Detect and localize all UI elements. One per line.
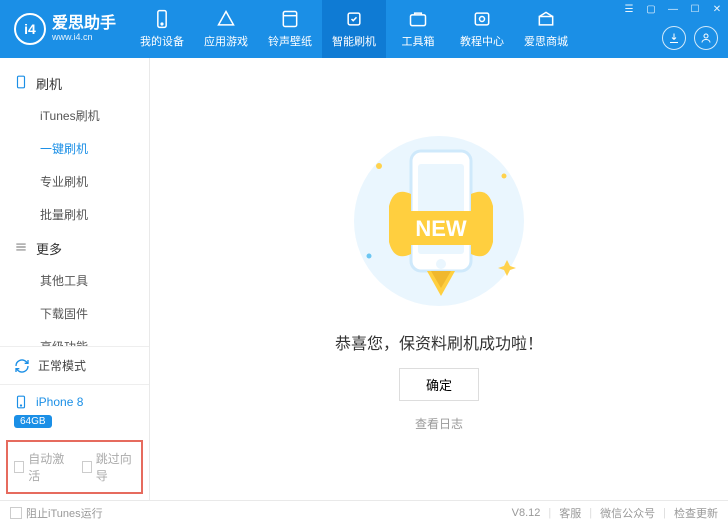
group-label: 刷机 [36,74,62,93]
svg-text:NEW: NEW [415,216,467,241]
main-content: NEW 恭喜您，保资料刷机成功啦！ 确定 查看日志 [150,58,728,500]
checkbox-icon [10,507,22,519]
group-label: 更多 [36,239,62,258]
skin-icon[interactable]: ▢ [644,4,658,15]
topnav-icon [408,9,428,29]
block-itunes-checkbox[interactable]: 阻止iTunes运行 [10,505,103,521]
window-controls: ☰ ▢ — ☐ ✕ [622,4,724,15]
device-storage-badge: 64GB [14,415,52,428]
topnav-icon [472,9,492,29]
checkbox-icon [14,461,24,473]
user-icon[interactable] [694,26,718,50]
mode-row[interactable]: 正常模式 [0,347,149,385]
ok-button[interactable]: 确定 [399,368,479,401]
download-icon[interactable] [662,26,686,50]
topnav-icon [344,9,364,29]
sidebar-item[interactable]: 其他工具 [0,264,149,297]
app-logo: i4 爱思助手 www.i4.cn [0,13,130,45]
version-label: V8.12 [512,507,541,519]
topnav-3[interactable]: 智能刷机 [322,0,386,58]
sidebar-item[interactable]: 高级功能 [0,330,149,346]
support-link[interactable]: 客服 [559,505,581,521]
app-url: www.i4.cn [52,33,116,43]
success-illustration: NEW [339,126,539,316]
check-update-link[interactable]: 检查更新 [674,505,718,521]
group-icon [14,240,28,257]
sidebar-item[interactable]: 专业刷机 [0,165,149,198]
topnav-icon [536,9,556,29]
checkbox-icon [82,461,92,473]
topnav-label: 智能刷机 [332,33,376,49]
refresh-icon [14,358,30,374]
close-icon[interactable]: ✕ [710,4,724,15]
sidebar-item[interactable]: 批量刷机 [0,198,149,231]
logo-icon: i4 [14,13,46,45]
settings-icon[interactable]: ☰ [622,4,636,15]
flash-options-box: 自动激活 跳过向导 [6,440,143,494]
topnav-6[interactable]: 爱思商城 [514,0,578,58]
topnav-label: 应用游戏 [204,33,248,49]
topnav-label: 我的设备 [140,33,184,49]
topnav-icon [216,9,236,29]
sidebar-group-header[interactable]: 刷机 [0,66,149,99]
topnav-label: 工具箱 [402,33,435,49]
topnav-label: 爱思商城 [524,33,568,49]
block-itunes-label: 阻止iTunes运行 [26,505,103,521]
app-title: 爱思助手 [52,15,116,33]
header-actions [662,26,718,50]
auto-activate-checkbox[interactable]: 自动激活 [14,450,68,484]
topnav-2[interactable]: 铃声壁纸 [258,0,322,58]
topnav-0[interactable]: 我的设备 [130,0,194,58]
app-header: i4 爱思助手 www.i4.cn 我的设备 应用游戏 铃声壁纸 智能刷机 工具箱 教程中… [0,0,728,58]
device-name: iPhone 8 [36,395,83,409]
topnav-4[interactable]: 工具箱 [386,0,450,58]
success-message: 恭喜您，保资料刷机成功啦！ [335,330,543,354]
maximize-icon[interactable]: ☐ [688,4,702,15]
sidebar-item[interactable]: 一键刷机 [0,132,149,165]
topnav-label: 教程中心 [460,33,504,49]
group-icon [14,75,28,92]
sidebar-item[interactable]: 下载固件 [0,297,149,330]
topnav-label: 铃声壁纸 [268,33,312,49]
auto-activate-label: 自动激活 [28,450,67,484]
sidebar-group-header[interactable]: 更多 [0,231,149,264]
topnav-icon [152,9,172,29]
top-nav: 我的设备 应用游戏 铃声壁纸 智能刷机 工具箱 教程中心 爱思商城 [130,0,578,58]
sidebar-item[interactable]: iTunes刷机 [0,99,149,132]
device-row[interactable]: iPhone 8 64GB [0,385,149,440]
phone-icon [14,395,28,409]
topnav-1[interactable]: 应用游戏 [194,0,258,58]
skip-guide-checkbox[interactable]: 跳过向导 [82,450,136,484]
sidebar: 刷机 iTunes刷机一键刷机专业刷机批量刷机更多其他工具下载固件高级功能 正常模… [0,58,150,500]
skip-guide-label: 跳过向导 [96,450,135,484]
minimize-icon[interactable]: — [666,4,680,15]
wechat-link[interactable]: 微信公众号 [600,505,655,521]
status-bar: 阻止iTunes运行 V8.12 | 客服 | 微信公众号 | 检查更新 [0,500,728,524]
view-log-link[interactable]: 查看日志 [415,415,463,432]
mode-label: 正常模式 [38,357,86,374]
topnav-5[interactable]: 教程中心 [450,0,514,58]
topnav-icon [280,9,300,29]
